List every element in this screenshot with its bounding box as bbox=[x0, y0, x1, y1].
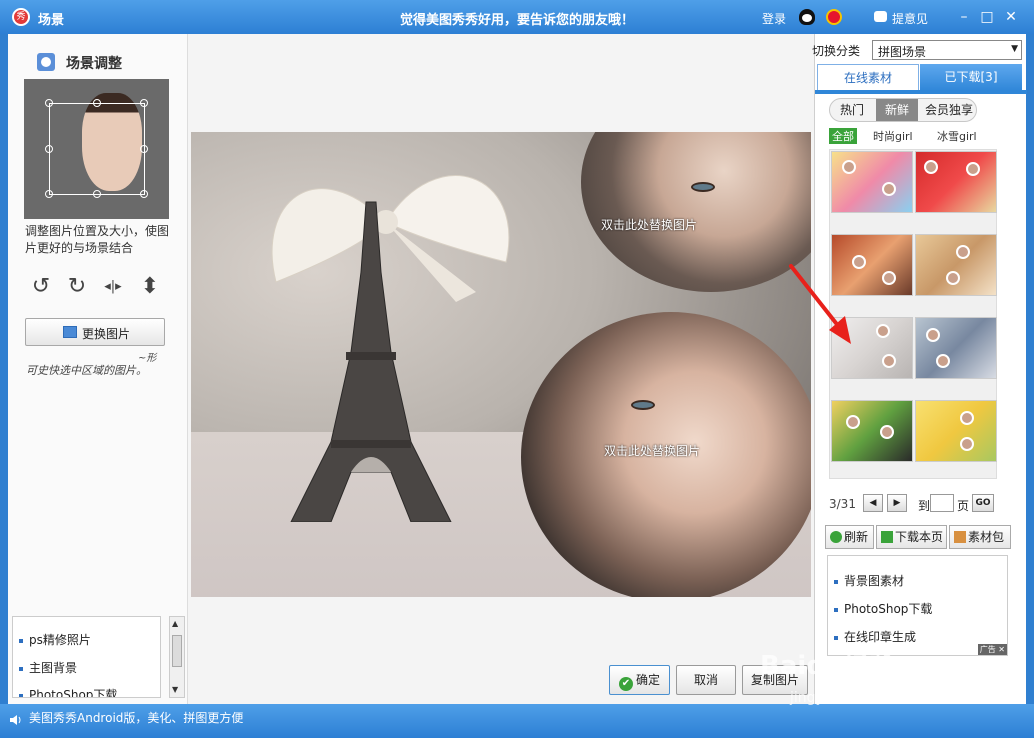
pager: 3/31 ◀ ▶ 到 页 GO bbox=[829, 494, 1019, 516]
scroll-down-icon[interactable]: ▼ bbox=[172, 685, 178, 694]
photo-slot-top[interactable] bbox=[581, 132, 811, 292]
right-ad-box: 背景图素材 PhotoShop下载 在线印章生成 广告 ✕ bbox=[827, 555, 1008, 656]
right-ad-item-2[interactable]: PhotoShop下载 bbox=[834, 600, 932, 617]
scroll-up-icon[interactable]: ▲ bbox=[172, 619, 178, 628]
status-message[interactable]: 美图秀秀Android版，美化、拼图更方便 bbox=[29, 709, 243, 726]
status-bar: 美图秀秀Android版，美化、拼图更方便 bbox=[0, 704, 1034, 738]
package-icon bbox=[954, 531, 966, 543]
left-ad-item-3[interactable]: PhotoShop下载 bbox=[19, 686, 117, 697]
resize-handle[interactable] bbox=[93, 190, 101, 198]
left-ad-item-2[interactable]: 主图背景 bbox=[19, 659, 77, 676]
watermark-url: jingyan.baidu.com bbox=[790, 690, 920, 706]
refresh-button[interactable]: 刷新 bbox=[825, 525, 874, 549]
right-ad-item-1[interactable]: 背景图素材 bbox=[834, 572, 904, 589]
replace-image-hint-bottom: 双击此处替换图片 bbox=[604, 444, 701, 458]
material-pack-button[interactable]: 素材包 bbox=[949, 525, 1011, 549]
selection-box[interactable] bbox=[45, 99, 148, 198]
material-thumb[interactable] bbox=[915, 317, 997, 379]
panel-title: 场景调整 bbox=[66, 56, 122, 72]
scroll-thumb[interactable] bbox=[172, 635, 182, 667]
left-ad-scrollbar[interactable]: ▲ ▼ bbox=[169, 616, 185, 698]
rotate-left-icon[interactable]: ↺ bbox=[28, 274, 54, 300]
goto-label: 到 bbox=[918, 499, 931, 513]
download-icon bbox=[881, 531, 893, 543]
login-link[interactable]: 登录 bbox=[762, 10, 786, 27]
flip-vertical-icon[interactable]: ⬍ bbox=[137, 274, 163, 300]
resize-handle[interactable] bbox=[45, 99, 53, 107]
resize-handle[interactable] bbox=[45, 190, 53, 198]
download-page-button[interactable]: 下载本页 bbox=[876, 525, 947, 549]
material-panel: 切换分类 拼图场景 ▼ 在线素材 已下载[3] 热门 新鲜 会员独享 全部 时尚… bbox=[812, 34, 1027, 704]
weibo-icon[interactable] bbox=[826, 9, 842, 25]
ad-badge[interactable]: 广告 ✕ bbox=[977, 644, 1007, 655]
page-count: 3/31 bbox=[829, 497, 856, 511]
chevron-down-icon[interactable]: ▼ bbox=[1011, 44, 1018, 54]
feedback-link[interactable]: 提意见 bbox=[892, 10, 928, 27]
change-image-label: 更换图片 bbox=[82, 327, 131, 341]
filter-ice-girl[interactable]: 冰雪girl bbox=[937, 128, 977, 144]
material-thumb[interactable] bbox=[831, 151, 913, 213]
title-bar: 秀 场景 觉得美图秀秀好用，要告诉您的朋友哦！ 登录 提意见 – □ ✕ bbox=[0, 0, 1034, 34]
photo-preview[interactable] bbox=[24, 79, 169, 219]
subtab-hot[interactable]: 热门 bbox=[830, 99, 874, 121]
resize-handle[interactable] bbox=[140, 145, 148, 153]
eye bbox=[691, 182, 715, 192]
left-ad-item-1[interactable]: ps精修照片 bbox=[19, 631, 91, 648]
page-input[interactable] bbox=[930, 494, 954, 512]
filter-all[interactable]: 全部 bbox=[829, 128, 857, 144]
speaker-icon bbox=[10, 715, 21, 725]
subtab-group: 热门 新鲜 会员独享 bbox=[829, 98, 977, 122]
rotate-right-icon[interactable]: ↻ bbox=[64, 274, 90, 300]
eiffel-tower bbox=[290, 201, 452, 522]
flip-horizontal-icon[interactable]: ◂|▸ bbox=[100, 274, 126, 300]
prev-page-icon[interactable]: ◀ bbox=[863, 494, 883, 512]
material-thumb[interactable] bbox=[915, 234, 997, 296]
image-icon bbox=[63, 326, 77, 338]
minimize-button[interactable]: – bbox=[955, 8, 973, 26]
subtab-vip[interactable]: 会员独享 bbox=[920, 99, 976, 121]
replace-image-hint-top: 双击此处替换图片 bbox=[601, 218, 698, 232]
scene-adjust-panel: 场景调整 调整图片位置及大小，使图片更好的与场景结合 ↺ ↻ ◂|▸ ⬍ 更换图… bbox=[8, 34, 188, 704]
qq-icon[interactable] bbox=[799, 9, 815, 25]
refresh-icon bbox=[830, 531, 842, 543]
resize-handle[interactable] bbox=[140, 190, 148, 198]
main-window: 场景调整 调整图片位置及大小，使图片更好的与场景结合 ↺ ↻ ◂|▸ ⬍ 更换图… bbox=[8, 34, 1027, 704]
subtab-new[interactable]: 新鲜 bbox=[876, 99, 918, 121]
handwritten-note: 可史快选中区域的图片。 bbox=[26, 364, 147, 377]
annotation-arrow bbox=[789, 264, 851, 344]
right-ad-item-3[interactable]: 在线印章生成 bbox=[834, 628, 916, 645]
category-value: 拼图场景 bbox=[878, 45, 927, 59]
category-label: 切换分类 bbox=[812, 44, 861, 58]
tab-divider bbox=[815, 90, 1027, 94]
left-ad-list: ps精修照片 主图背景 PhotoShop下载 bbox=[12, 616, 161, 698]
resize-handle[interactable] bbox=[45, 145, 53, 153]
scene-canvas[interactable]: 双击此处替换图片 双击此处替换图片 bbox=[191, 132, 811, 597]
filter-fashion-girl[interactable]: 时尚girl bbox=[873, 128, 913, 144]
material-thumb[interactable] bbox=[915, 400, 997, 462]
baidu-watermark: Baidu经验 bbox=[760, 651, 896, 681]
maximize-button[interactable]: □ bbox=[978, 8, 996, 26]
change-image-button[interactable]: 更换图片 bbox=[25, 318, 165, 346]
close-button[interactable]: ✕ bbox=[1002, 8, 1020, 26]
resize-handle[interactable] bbox=[140, 99, 148, 107]
cancel-button[interactable]: 取消 bbox=[676, 665, 736, 695]
material-thumb[interactable] bbox=[915, 151, 997, 213]
confirm-button[interactable]: ✔ 确定 bbox=[609, 665, 670, 695]
check-icon: ✔ bbox=[618, 677, 633, 691]
feedback-icon[interactable] bbox=[874, 11, 887, 22]
adjust-hint: 调整图片位置及大小，使图片更好的与场景结合 bbox=[25, 224, 170, 255]
resize-handle[interactable] bbox=[93, 99, 101, 107]
tab-downloaded[interactable]: 已下载[3] bbox=[920, 64, 1022, 91]
page-label: 页 bbox=[957, 499, 970, 513]
eye bbox=[631, 400, 655, 410]
go-button[interactable]: GO bbox=[972, 494, 994, 512]
scene-adjust-icon bbox=[37, 53, 55, 71]
next-page-icon[interactable]: ▶ bbox=[887, 494, 907, 512]
category-select[interactable]: 拼图场景 ▼ bbox=[872, 40, 1022, 60]
tab-online-materials[interactable]: 在线素材 bbox=[817, 64, 919, 91]
material-thumb[interactable] bbox=[831, 400, 913, 462]
